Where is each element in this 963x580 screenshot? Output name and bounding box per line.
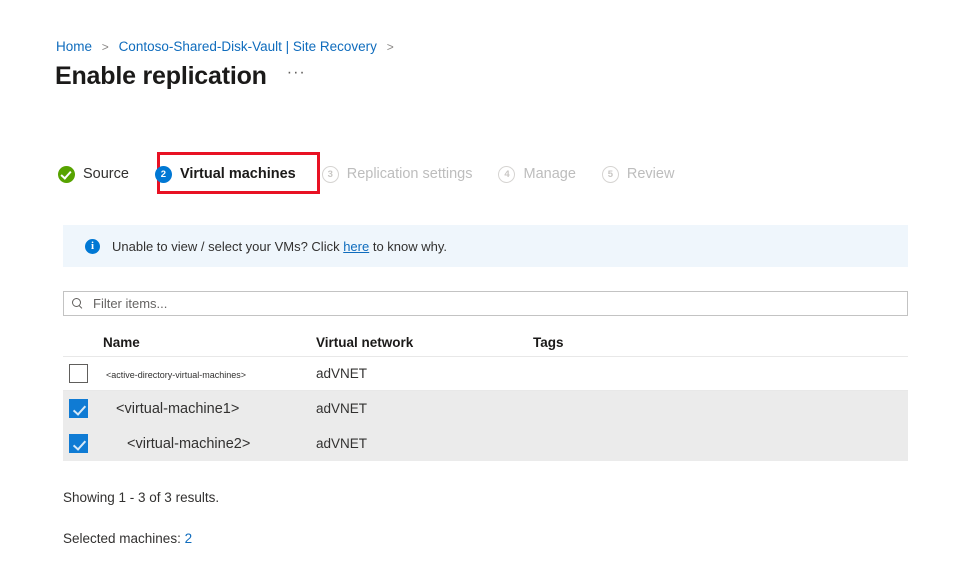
row-checkbox-cell: [63, 434, 103, 453]
table-header-virtual-network[interactable]: Virtual network: [316, 335, 533, 350]
table-header-tags[interactable]: Tags: [533, 335, 908, 350]
table-row[interactable]: <active-directory-virtual-machines> adVN…: [63, 357, 908, 391]
breadcrumb-item-vault[interactable]: Contoso-Shared-Disk-Vault | Site Recover…: [119, 39, 377, 54]
info-text-after: to know why.: [369, 239, 447, 254]
tab-manage-label: Manage: [523, 166, 575, 182]
wizard-steps: Source 2 Virtual machines 3 Replication …: [58, 160, 674, 188]
breadcrumb-separator-icon-2: >: [387, 40, 394, 54]
tab-source[interactable]: Source: [58, 160, 129, 188]
results-count-label: Showing 1 - 3 of 3 results.: [63, 490, 219, 505]
selected-machines-count: 2: [185, 531, 193, 546]
info-banner-text: Unable to view / select your VMs? Click …: [112, 239, 447, 254]
info-icon: i: [85, 239, 100, 254]
row-checkbox-checked[interactable]: [69, 399, 88, 418]
row-checkbox-cell: [63, 364, 103, 383]
table-header-row: Name Virtual network Tags: [63, 328, 908, 357]
row-name-label: <virtual-machine1>: [103, 401, 239, 417]
tab-review[interactable]: 5 Review: [602, 160, 675, 188]
info-text-before: Unable to view / select your VMs? Click: [112, 239, 343, 254]
row-name-label: <active-directory-virtual-machines>: [103, 370, 246, 380]
tab-virtual-machines[interactable]: 2 Virtual machines: [155, 160, 296, 188]
row-vnet-cell: adVNET: [316, 401, 533, 416]
tab-review-label: Review: [627, 166, 675, 182]
breadcrumb: Home > Contoso-Shared-Disk-Vault | Site …: [56, 38, 400, 56]
info-banner-link[interactable]: here: [343, 239, 369, 254]
table-row[interactable]: <virtual-machine1> adVNET: [63, 391, 908, 426]
page-title: Enable replication: [55, 62, 267, 91]
row-vnet-cell: adVNET: [316, 366, 533, 381]
tab-replication-settings[interactable]: 3 Replication settings: [322, 160, 473, 188]
row-name-cell: <virtual-machine2>: [103, 435, 316, 453]
table-header-name[interactable]: Name: [103, 335, 316, 350]
row-checkbox-cell: [63, 399, 103, 418]
step-number-3-icon: 3: [322, 166, 339, 183]
row-name-label: <virtual-machine2>: [103, 436, 250, 452]
search-icon: [72, 298, 84, 310]
row-name-cell: <virtual-machine1>: [103, 400, 316, 418]
vm-table: Name Virtual network Tags <active-direct…: [63, 328, 908, 461]
filter-input[interactable]: [91, 295, 847, 312]
selected-machines-label: Selected machines: 2: [63, 531, 192, 546]
row-vnet-cell: adVNET: [316, 436, 533, 451]
breadcrumb-separator-icon: >: [102, 40, 109, 54]
step-number-2-icon: 2: [155, 166, 172, 183]
row-checkbox-checked[interactable]: [69, 434, 88, 453]
step-number-5-icon: 5: [602, 166, 619, 183]
step-number-4-icon: 4: [498, 166, 515, 183]
page-title-row: Enable replication ···: [55, 62, 306, 91]
tab-virtual-machines-label: Virtual machines: [180, 166, 296, 182]
more-actions-icon[interactable]: ···: [287, 64, 306, 89]
tab-manage[interactable]: 4 Manage: [498, 160, 575, 188]
selected-machines-text: Selected machines:: [63, 531, 185, 546]
table-row[interactable]: <virtual-machine2> adVNET: [63, 426, 908, 461]
row-checkbox-unchecked[interactable]: [69, 364, 88, 383]
check-circle-icon: [58, 166, 75, 183]
breadcrumb-item-home[interactable]: Home: [56, 39, 92, 54]
tab-replication-settings-label: Replication settings: [347, 166, 473, 182]
row-name-cell: <active-directory-virtual-machines>: [103, 365, 316, 383]
tab-source-label: Source: [83, 166, 129, 182]
filter-box[interactable]: [63, 291, 908, 316]
info-banner: i Unable to view / select your VMs? Clic…: [63, 225, 908, 267]
